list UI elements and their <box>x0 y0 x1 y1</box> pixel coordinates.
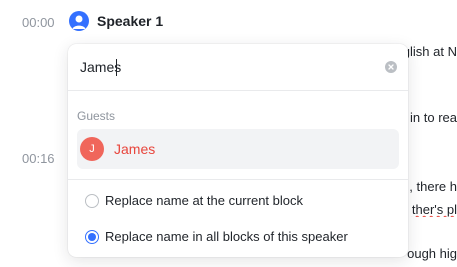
guests-section-label: Guests <box>77 109 116 123</box>
guest-name: James <box>114 141 156 157</box>
speaker-avatar-icon[interactable] <box>69 11 89 31</box>
timestamp[interactable]: 00:00 <box>22 15 55 30</box>
radio-label: Replace name at the current block <box>105 193 303 208</box>
guest-option-james[interactable]: J James <box>77 129 399 169</box>
speaker-name-input[interactable] <box>80 56 370 78</box>
radio-button-selected[interactable] <box>85 229 99 244</box>
clear-icon[interactable] <box>385 61 397 73</box>
radio-button[interactable] <box>85 193 99 208</box>
guest-avatar: J <box>80 137 104 161</box>
speaker-name[interactable]: Speaker 1 <box>97 13 163 29</box>
timestamp[interactable]: 00:16 <box>22 151 55 166</box>
text-caret <box>116 59 117 76</box>
radio-label: Replace name in all blocks of this speak… <box>105 229 348 244</box>
divider <box>68 179 408 180</box>
rename-speaker-popup: Guests J James Replace name at the curre… <box>68 44 408 257</box>
replace-all-blocks-option[interactable]: Replace name in all blocks of this speak… <box>85 229 348 244</box>
speaker-header: Speaker 1 <box>69 11 163 31</box>
replace-current-block-option[interactable]: Replace name at the current block <box>85 193 303 208</box>
search-row <box>68 44 408 91</box>
